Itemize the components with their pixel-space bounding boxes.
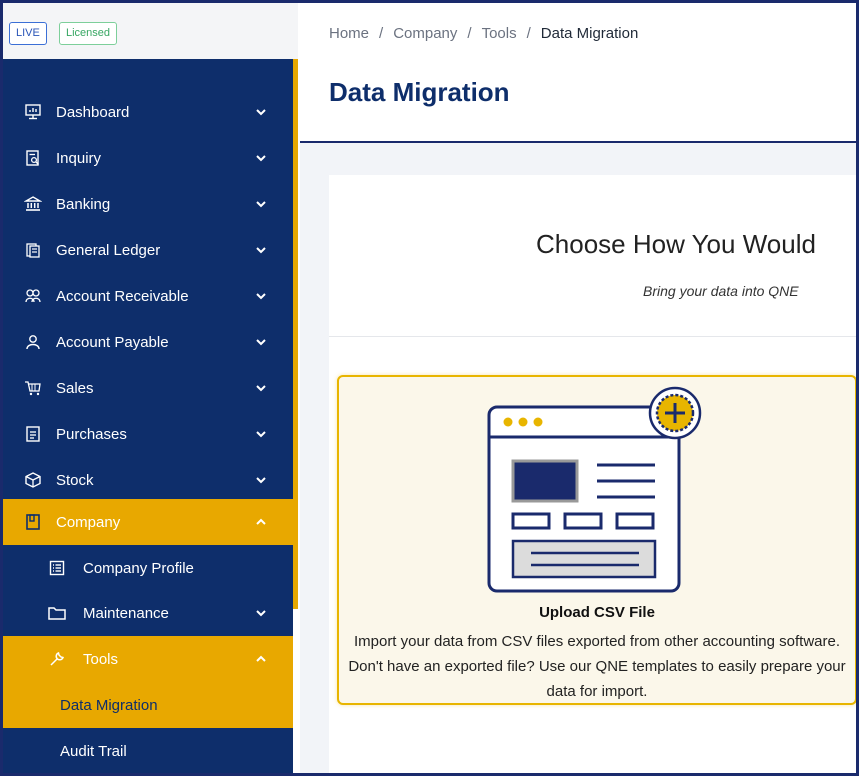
company-icon bbox=[23, 512, 43, 532]
chevron-down-icon bbox=[256, 431, 266, 438]
sidebar-item-sales[interactable]: Sales bbox=[3, 365, 293, 411]
chevron-down-icon bbox=[256, 385, 266, 392]
payable-icon bbox=[23, 332, 43, 352]
breadcrumb-tools[interactable]: Tools bbox=[482, 25, 517, 42]
chevron-up-icon bbox=[256, 655, 266, 662]
live-badge: LIVE bbox=[9, 22, 47, 45]
wrench-icon bbox=[47, 649, 67, 669]
folder-icon bbox=[47, 603, 67, 623]
breadcrumb-current: Data Migration bbox=[540, 25, 639, 42]
page-header: Home / Company / Tools / Data Migration Data M… bbox=[300, 3, 856, 143]
upload-csv-option[interactable]: Upload CSV File Import your data from CS… bbox=[337, 375, 856, 705]
sales-icon bbox=[23, 378, 43, 398]
sidebar-item-data-migration[interactable]: Data Migration bbox=[3, 682, 293, 728]
stock-icon bbox=[23, 470, 43, 490]
sidebar-status-bar: LIVE Licensed bbox=[3, 3, 298, 59]
licensed-badge: Licensed bbox=[59, 22, 118, 45]
chevron-down-icon bbox=[256, 155, 266, 162]
sidebar-item-general-ledger[interactable]: General Ledger bbox=[3, 227, 293, 273]
sidebar-item-purchases[interactable]: Purchases bbox=[3, 411, 293, 457]
sidebar-item-company[interactable]: Company bbox=[3, 499, 293, 545]
option-description: Import your data from CSV files exported… bbox=[348, 633, 846, 700]
sidebar-item-label: Banking bbox=[56, 195, 111, 213]
profile-icon bbox=[47, 558, 67, 578]
sidebar-item-account-receivable[interactable]: Account Receivable bbox=[3, 273, 293, 319]
bank-icon bbox=[23, 194, 43, 214]
app-frame: LIVE Licensed Dashboard Inquiry Banking … bbox=[0, 0, 859, 776]
sidebar-item-label: Audit Trail bbox=[60, 742, 127, 760]
sidebar-item-tools[interactable]: Tools bbox=[3, 636, 293, 682]
migration-card: Choose How You Would Bring your data int… bbox=[329, 175, 856, 773]
sidebar-item-label: Account Receivable bbox=[56, 287, 189, 305]
option-title: Upload CSV File bbox=[539, 604, 655, 621]
breadcrumb-separator: / bbox=[467, 25, 472, 42]
sidebar-item-dashboard[interactable]: Dashboard bbox=[3, 89, 293, 135]
chevron-down-icon bbox=[256, 247, 266, 254]
divider bbox=[329, 336, 856, 337]
receivable-icon bbox=[23, 286, 43, 306]
sidebar-scroll-accent bbox=[293, 59, 298, 609]
csv-upload-illustration-icon bbox=[487, 386, 702, 593]
sidebar-item-label: Purchases bbox=[56, 425, 127, 443]
breadcrumb-company[interactable]: Company bbox=[393, 25, 457, 42]
sidebar-item-label: Inquiry bbox=[56, 149, 102, 167]
breadcrumb-separator: / bbox=[526, 25, 531, 42]
sidebar-item-label: Company Profile bbox=[83, 559, 194, 577]
sidebar-item-label: Data Migration bbox=[60, 696, 158, 714]
chevron-down-icon bbox=[256, 477, 266, 484]
purchases-icon bbox=[23, 424, 43, 444]
card-subheading: Bring your data into QNE bbox=[643, 283, 799, 299]
breadcrumb-home[interactable]: Home bbox=[329, 25, 369, 42]
chevron-down-icon bbox=[256, 109, 266, 116]
sidebar-item-banking[interactable]: Banking bbox=[3, 181, 293, 227]
page-title: Data Migration bbox=[329, 77, 510, 107]
sidebar-item-account-payable[interactable]: Account Payable bbox=[3, 319, 293, 365]
sidebar-item-company-profile[interactable]: Company Profile bbox=[3, 545, 293, 591]
breadcrumb-separator: / bbox=[379, 25, 384, 42]
chevron-down-icon bbox=[256, 201, 266, 208]
chevron-up-icon bbox=[256, 518, 266, 525]
sidebar-item-label: Maintenance bbox=[83, 604, 169, 622]
sidebar-item-label: Account Payable bbox=[56, 333, 169, 351]
sidebar: LIVE Licensed Dashboard Inquiry Banking … bbox=[3, 3, 298, 773]
inquiry-icon bbox=[23, 148, 43, 168]
sidebar-item-label: Company bbox=[56, 513, 121, 531]
sidebar-item-audit-trail[interactable]: Audit Trail bbox=[3, 728, 293, 773]
sidebar-item-label: Dashboard bbox=[56, 103, 130, 121]
sidebar-item-label: Stock bbox=[56, 471, 94, 489]
sidebar-item-stock[interactable]: Stock bbox=[3, 457, 293, 503]
main-content: Home / Company / Tools / Data Migration Data M… bbox=[300, 3, 856, 773]
sidebar-item-label: General Ledger bbox=[56, 241, 161, 259]
sidebar-item-maintenance[interactable]: Maintenance bbox=[3, 590, 293, 636]
sidebar-item-label: Sales bbox=[56, 379, 94, 397]
chevron-down-icon bbox=[256, 339, 266, 346]
card-heading: Choose How You Would bbox=[536, 229, 816, 259]
chevron-down-icon bbox=[256, 293, 266, 300]
chevron-down-icon bbox=[256, 610, 266, 617]
ledger-icon bbox=[23, 240, 43, 260]
sidebar-item-label: Tools bbox=[83, 650, 119, 668]
sidebar-item-inquiry[interactable]: Inquiry bbox=[3, 135, 293, 181]
breadcrumb: Home / Company / Tools / Data Migration bbox=[329, 25, 638, 42]
dashboard-icon bbox=[23, 102, 43, 122]
